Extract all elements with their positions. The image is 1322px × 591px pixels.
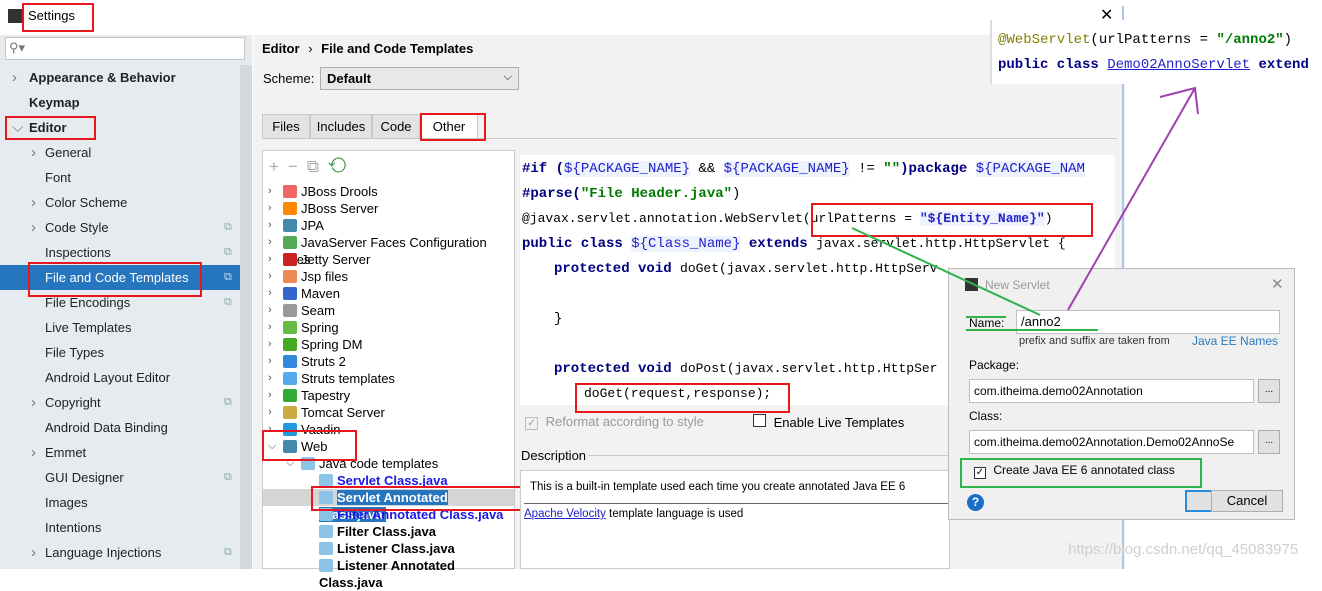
- green-arrow: [851, 227, 1041, 316]
- purple-arrow: [1067, 87, 1196, 311]
- watermark: https://blog.csdn.net/qq_45083975: [1068, 541, 1299, 558]
- annotation-arrows: [851, 86, 1199, 331]
